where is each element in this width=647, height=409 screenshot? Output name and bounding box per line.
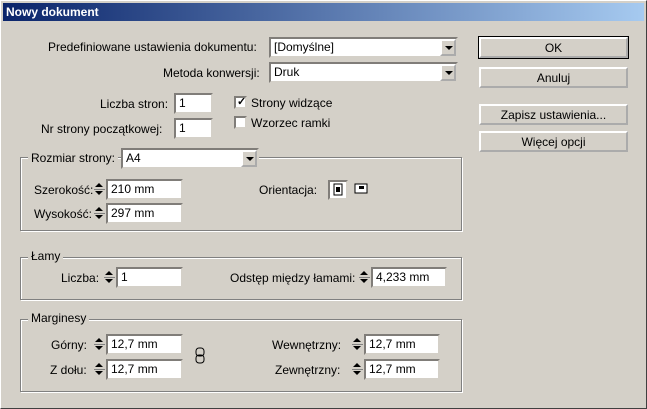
preset-value: [Domyślne] [274, 40, 335, 54]
width-input[interactable]: 210 mm [106, 179, 183, 200]
cancel-button[interactable]: Anuluj [479, 67, 628, 88]
margins-group [20, 319, 462, 392]
more-options-button[interactable]: Więcej opcji [479, 131, 628, 152]
gutter-stepper[interactable] [359, 267, 370, 288]
orientation-label: Orientacja: [259, 183, 318, 197]
new-document-dialog: Nowy dokument Predefiniowane ustawienia … [0, 0, 647, 409]
page-count-input[interactable]: 1 [174, 93, 213, 114]
start-page-label: Nr strony początkowej: [41, 122, 163, 136]
page-count-label: Liczba stron: [100, 97, 169, 111]
page-size-select[interactable]: A4 [121, 148, 259, 169]
outside-margin-stepper[interactable] [352, 359, 363, 380]
outside-margin-label: Zewnętrzny: [275, 363, 341, 377]
height-input[interactable]: 297 mm [106, 203, 183, 224]
bottom-margin-stepper[interactable] [94, 359, 105, 380]
chevron-down-icon[interactable] [440, 39, 456, 56]
gutter-label: Odstęp między łamami: [230, 271, 356, 285]
start-page-input[interactable]: 1 [174, 118, 213, 139]
landscape-icon[interactable] [352, 180, 372, 200]
inside-margin-label: Wewnętrzny: [272, 338, 342, 352]
column-count-stepper[interactable] [104, 267, 115, 288]
portrait-icon[interactable] [328, 180, 348, 200]
top-margin-stepper[interactable] [94, 334, 105, 355]
bottom-margin-label: Z dołu: [50, 363, 87, 377]
width-label: Szerokość: [34, 183, 94, 197]
gutter-input[interactable]: 4,233 mm [371, 267, 447, 288]
page-size-label: Rozmiar strony: [28, 151, 119, 165]
chevron-down-icon[interactable] [440, 64, 456, 81]
bottom-margin-input[interactable]: 12,7 mm [106, 359, 183, 380]
height-stepper[interactable] [94, 203, 105, 224]
page-size-value: A4 [126, 151, 141, 165]
inside-margin-input[interactable]: 12,7 mm [364, 334, 440, 355]
facing-pages-checkbox[interactable]: ✓ [234, 96, 247, 109]
outside-margin-input[interactable]: 12,7 mm [364, 359, 440, 380]
column-count-label: Liczba: [61, 271, 100, 285]
top-margin-input[interactable]: 12,7 mm [106, 334, 183, 355]
inside-margin-stepper[interactable] [352, 334, 363, 355]
conversion-select[interactable]: Druk [269, 62, 458, 83]
preset-label: Predefiniowane ustawienia dokumentu: [48, 40, 257, 54]
top-margin-label: Górny: [51, 338, 88, 352]
column-count-input[interactable]: 1 [116, 267, 183, 288]
conversion-value: Druk [274, 65, 300, 79]
width-stepper[interactable] [94, 179, 105, 200]
columns-label: Łamy [28, 249, 64, 263]
margins-label: Marginesy [28, 311, 90, 325]
chevron-down-icon[interactable] [241, 150, 257, 167]
height-label: Wysokość: [34, 207, 92, 221]
window-title: Nowy dokument [3, 3, 644, 21]
save-preset-button[interactable]: Zapisz ustawienia... [479, 104, 628, 125]
master-frame-label: Wzorzec ramki [251, 116, 331, 130]
ok-button[interactable]: OK [478, 36, 629, 59]
master-frame-checkbox[interactable] [234, 116, 247, 129]
facing-pages-label: Strony widzące [251, 96, 333, 110]
chain-link-icon[interactable] [191, 345, 209, 367]
preset-select[interactable]: [Domyślne] [269, 37, 458, 58]
conversion-label: Metoda konwersji: [163, 66, 260, 80]
